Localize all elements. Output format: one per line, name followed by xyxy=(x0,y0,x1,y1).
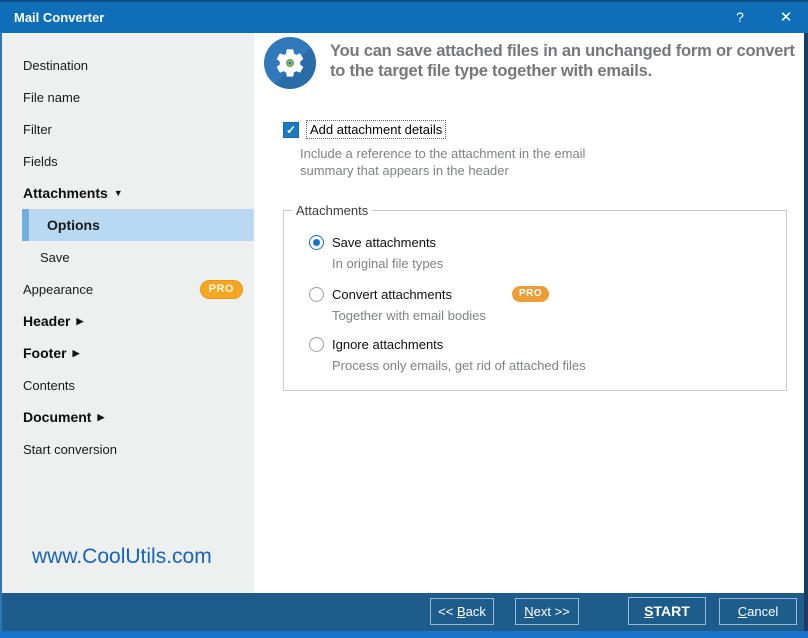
option-head: Convert attachments PRO xyxy=(309,286,550,302)
footer-bar: << Back Next >> START Cancel xyxy=(2,593,804,631)
sidebar-item-start-conversion[interactable]: Start conversion xyxy=(2,433,254,465)
button-text: S xyxy=(644,602,654,619)
sidebar-item-label: Attachments xyxy=(23,185,108,201)
sidebar-item-label: Header xyxy=(23,313,71,329)
sidebar-item-filter[interactable]: Filter xyxy=(2,113,254,145)
help-icon[interactable]: ? xyxy=(729,2,751,33)
chevron-right-icon: ▶ xyxy=(72,347,80,358)
sidebar-item-label: Save xyxy=(40,249,70,265)
sidebar-item-appearance[interactable]: Appearance PRO xyxy=(2,273,254,305)
button-text: TART xyxy=(653,602,690,619)
option-head: Ignore attachments xyxy=(309,337,586,352)
next-button[interactable]: Next >> xyxy=(515,598,579,625)
radio-label[interactable]: Ignore attachments xyxy=(332,337,443,352)
cancel-button[interactable]: Cancel xyxy=(719,598,797,625)
ignore-attachments-radio[interactable] xyxy=(309,337,324,352)
button-text: << xyxy=(438,604,457,619)
sidebar-item-label: File name xyxy=(23,89,81,105)
main-panel: You can save attached files in an unchan… xyxy=(254,33,804,593)
sidebar-item-label: Document xyxy=(23,409,92,425)
sidebar-item-label: Start conversion xyxy=(23,441,117,457)
convert-attachments-radio[interactable] xyxy=(309,286,324,302)
sidebar-item-attachments[interactable]: Attachments ▼ xyxy=(2,177,254,209)
chevron-right-icon: ▶ xyxy=(76,315,84,326)
gear-icon xyxy=(264,37,316,89)
radio-label[interactable]: Convert attachments xyxy=(332,287,452,302)
attachment-details-row: ✓ Add attachment details xyxy=(283,120,447,139)
option-head: Save attachments xyxy=(309,235,443,250)
sidebar-item-save[interactable]: Save xyxy=(2,241,254,273)
pro-badge: PRO xyxy=(511,286,550,302)
sidebar-item-label: Destination xyxy=(23,57,89,73)
chevron-down-icon: ▼ xyxy=(113,188,123,198)
button-text: ack xyxy=(465,604,486,619)
sidebar-item-file-name[interactable]: File name xyxy=(2,81,254,113)
sidebar-item-contents[interactable]: Contents xyxy=(2,369,254,401)
title-bar: Mail Converter ? ✕ xyxy=(0,0,808,33)
attachment-details-description: Include a reference to the attachment in… xyxy=(300,146,586,178)
sidebar-item-label: Contents xyxy=(23,377,76,393)
add-attachment-details-label[interactable]: Add attachment details xyxy=(306,120,447,139)
page-description: You can save attached files in an unchan… xyxy=(330,42,795,80)
button-text: B xyxy=(456,604,466,619)
button-text: N xyxy=(524,604,534,619)
option-convert-attachments: Convert attachments PRO Together with em… xyxy=(309,286,550,323)
sidebar-item-destination[interactable]: Destination xyxy=(2,49,254,81)
save-attachments-radio[interactable] xyxy=(309,235,324,250)
pro-badge: PRO xyxy=(199,279,243,299)
coolutils-link[interactable]: www.CoolUtils.com xyxy=(32,545,212,569)
radio-description: In original file types xyxy=(332,256,444,271)
window-border-bottom xyxy=(0,631,808,638)
option-save-attachments: Save attachments In original file types xyxy=(309,235,443,271)
sidebar-item-label: Filter xyxy=(23,121,52,137)
attachments-groupbox: Attachments Save attachments In original… xyxy=(283,203,787,391)
radio-description: Together with email bodies xyxy=(332,308,486,323)
close-icon[interactable]: ✕ xyxy=(775,2,797,33)
back-button[interactable]: << Back xyxy=(430,598,494,625)
start-button[interactable]: START xyxy=(628,597,706,625)
sidebar-item-footer[interactable]: Footer ▶ xyxy=(2,337,254,369)
button-text: ancel xyxy=(747,604,779,619)
sidebar-item-header[interactable]: Header ▶ xyxy=(2,305,254,337)
radio-description: Process only emails, get rid of attached… xyxy=(332,358,586,373)
button-text: C xyxy=(737,604,748,619)
app-window: Mail Converter ? ✕ Destination File name… xyxy=(0,0,808,638)
window-title: Mail Converter xyxy=(14,10,105,25)
sidebar-item-label: Fields xyxy=(23,153,58,169)
window-border-left xyxy=(0,33,2,638)
groupbox-title: Attachments xyxy=(292,203,373,218)
option-ignore-attachments: Ignore attachments Process only emails, … xyxy=(309,337,586,373)
sidebar-item-label: Options xyxy=(47,217,100,233)
sidebar-item-fields[interactable]: Fields xyxy=(2,145,254,177)
sidebar: Destination File name Filter Fields Atta… xyxy=(2,33,254,593)
chevron-right-icon: ▶ xyxy=(97,411,105,422)
button-text: ext >> xyxy=(533,604,570,619)
sidebar-item-document[interactable]: Document ▶ xyxy=(2,401,254,433)
radio-label[interactable]: Save attachments xyxy=(332,235,436,250)
window-border-right xyxy=(804,33,808,638)
add-attachment-details-checkbox[interactable]: ✓ xyxy=(283,121,299,138)
sidebar-item-options[interactable]: Options xyxy=(22,209,254,241)
sidebar-item-label: Footer xyxy=(23,345,67,361)
sidebar-item-label: Appearance xyxy=(23,281,94,297)
